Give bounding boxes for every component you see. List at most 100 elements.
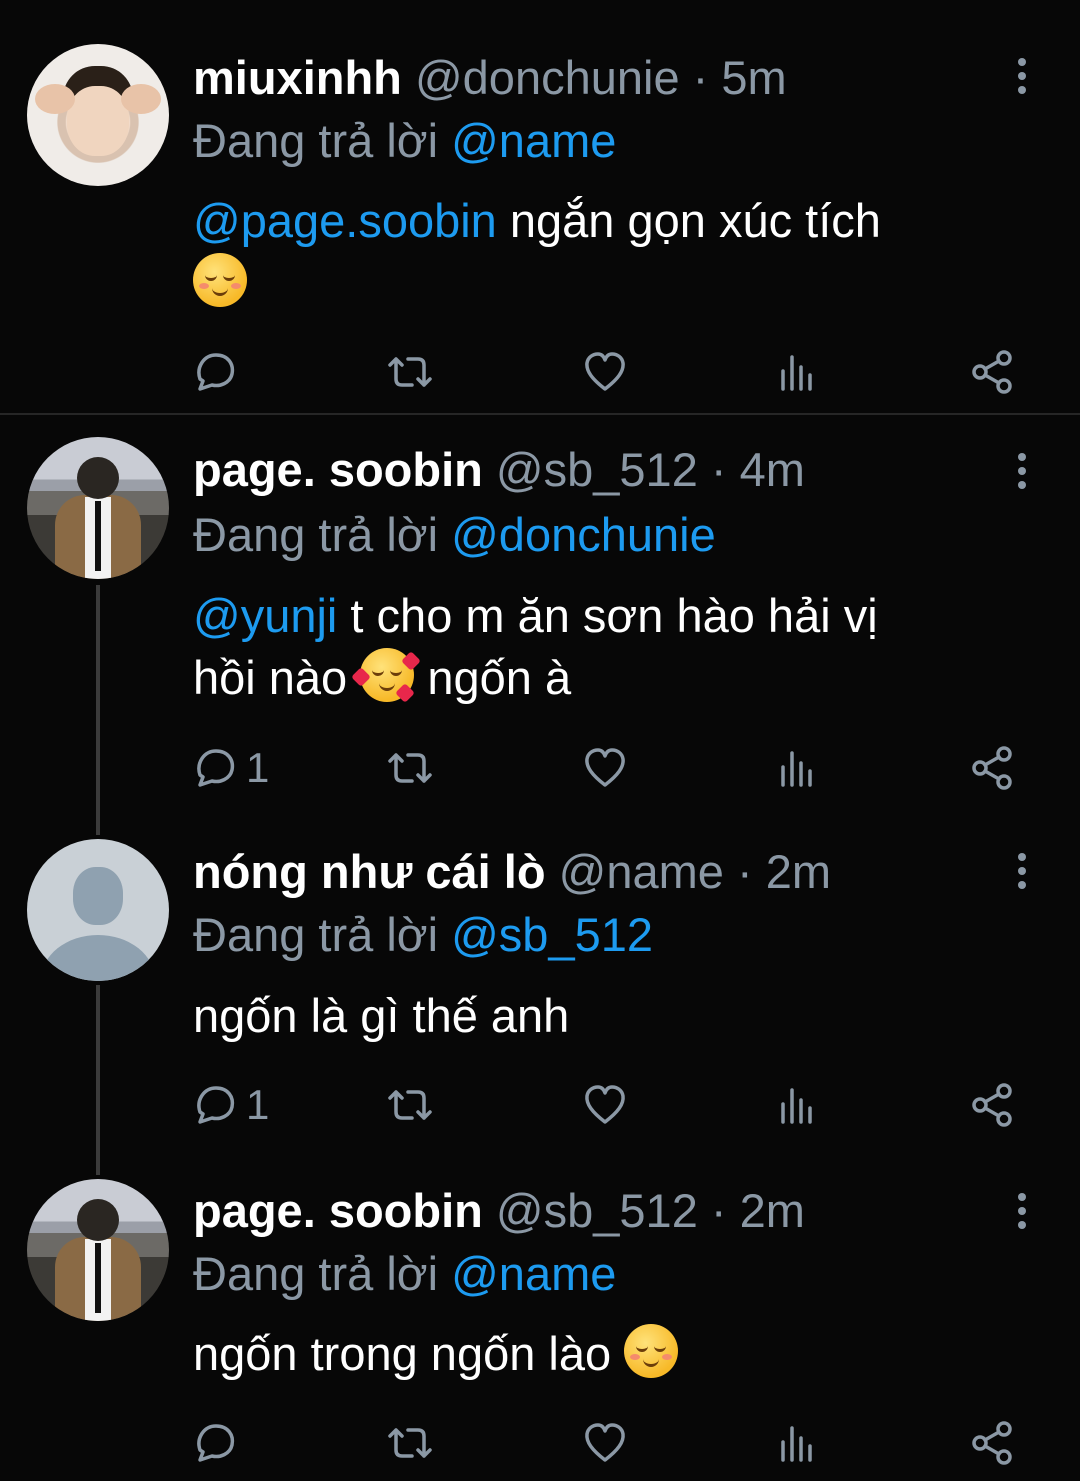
heart-icon	[585, 352, 625, 391]
avatar[interactable]	[27, 44, 169, 186]
avatar[interactable]	[27, 1179, 169, 1321]
user-handle[interactable]: @name	[559, 845, 724, 898]
retweet-button[interactable]	[386, 1418, 434, 1468]
replying-to: Đang trả lời @name	[193, 113, 616, 169]
share-button[interactable]	[970, 743, 1014, 793]
replying-to-label: Đang trả lời	[193, 508, 439, 561]
reply-count: 1	[246, 1081, 270, 1128]
tweet-text-content: ngốn trong ngốn lào	[193, 1327, 625, 1380]
more-options-icon[interactable]	[1012, 453, 1032, 493]
share-button[interactable]	[970, 1418, 1014, 1468]
share-icon	[972, 746, 1012, 790]
share-icon	[972, 1083, 1012, 1127]
timestamp[interactable]: 4m	[740, 443, 805, 496]
tweet-text: ngốn là gì thế anh	[193, 985, 993, 1047]
analytics-button[interactable]	[777, 347, 817, 397]
tweet-actions: 1	[0, 1080, 1080, 1130]
tweet-header: page. soobin @sb_512 · 4m	[193, 442, 805, 498]
reply-button[interactable]: 1	[192, 743, 269, 793]
analytics-button[interactable]	[777, 743, 817, 793]
separator: ·	[736, 845, 753, 898]
analytics-icon	[781, 1426, 812, 1462]
avatar[interactable]	[27, 437, 169, 579]
reply-button[interactable]	[192, 1418, 238, 1468]
avatar[interactable]	[27, 839, 169, 981]
more-options-icon[interactable]	[1012, 853, 1032, 893]
retweet-icon	[388, 1090, 432, 1120]
reply-icon	[197, 749, 235, 787]
replying-to: Đang trả lời @name	[193, 1246, 616, 1302]
replying-to-mention[interactable]: @name	[451, 114, 616, 167]
user-handle[interactable]: @donchunie	[415, 51, 680, 104]
display-name[interactable]: nóng như cái lò	[193, 845, 546, 898]
reply-icon	[197, 1424, 235, 1462]
analytics-button[interactable]	[777, 1418, 817, 1468]
display-name[interactable]: miuxinhh	[193, 51, 402, 104]
analytics-icon	[781, 751, 812, 787]
retweet-icon	[388, 753, 432, 783]
more-options-icon[interactable]	[1012, 58, 1032, 98]
tweet-text-content: ngắn gọn xúc tích	[496, 194, 881, 247]
tweet-actions	[0, 347, 1080, 397]
reply-icon	[197, 1086, 235, 1124]
user-handle[interactable]: @sb_512	[496, 1184, 698, 1237]
mention-link[interactable]: @yunji	[193, 589, 337, 642]
relieved-face-icon	[193, 253, 247, 307]
heart-icon	[585, 748, 625, 787]
like-button[interactable]	[582, 347, 628, 397]
timestamp[interactable]: 2m	[740, 1184, 805, 1237]
tweet-text: ngốn trong ngốn lào	[193, 1323, 993, 1385]
retweet-icon	[388, 357, 432, 387]
replying-to-mention[interactable]: @donchunie	[451, 508, 716, 561]
replying-to-label: Đang trả lời	[193, 114, 439, 167]
smiling-face-icon	[624, 1324, 679, 1378]
tweet-header: page. soobin @sb_512 · 2m	[193, 1183, 805, 1239]
tweet[interactable]: page. soobin @sb_512 · 4m Đang trả lời @…	[0, 415, 1080, 815]
retweet-button[interactable]	[386, 347, 434, 397]
like-button[interactable]	[582, 1080, 628, 1130]
like-button[interactable]	[582, 743, 628, 793]
replying-to-label: Đang trả lời	[193, 908, 439, 961]
reply-button[interactable]: 1	[192, 1080, 269, 1130]
timestamp[interactable]: 2m	[766, 845, 831, 898]
tweet-text-content: ngốn là gì thế anh	[193, 989, 570, 1042]
share-icon	[972, 350, 1012, 394]
replying-to-mention[interactable]: @name	[451, 1247, 616, 1300]
tweet[interactable]: page. soobin @sb_512 · 2m Đang trả lời @…	[0, 1155, 1080, 1481]
reply-count: 1	[246, 744, 270, 791]
tweet-text-content: ngốn à	[414, 651, 572, 704]
tweet-text: @page.soobin ngắn gọn xúc tích	[193, 190, 993, 314]
replying-to: Đang trả lời @sb_512	[193, 907, 653, 963]
reply-button[interactable]	[192, 347, 238, 397]
heart-icon	[585, 1085, 625, 1124]
separator: ·	[710, 1184, 727, 1237]
reply-icon	[197, 353, 235, 391]
tweet[interactable]: miuxinhh @donchunie · 5m Đang trả lời @n…	[0, 0, 1080, 413]
smiling-face-with-hearts-icon	[351, 648, 422, 703]
heart-icon	[585, 1423, 625, 1462]
user-handle[interactable]: @sb_512	[496, 443, 698, 496]
share-button[interactable]	[970, 347, 1014, 397]
tweet-text-content: hồi nào	[193, 651, 348, 704]
like-button[interactable]	[582, 1418, 628, 1468]
timestamp[interactable]: 5m	[721, 51, 786, 104]
tweet-actions: 1	[0, 743, 1080, 793]
display-name[interactable]: page. soobin	[193, 1184, 483, 1237]
separator: ·	[692, 51, 709, 104]
tweet-header: miuxinhh @donchunie · 5m	[193, 50, 787, 106]
replying-to: Đang trả lời @donchunie	[193, 507, 716, 563]
share-button[interactable]	[970, 1080, 1014, 1130]
tweet-actions	[0, 1418, 1080, 1468]
tweet-header: nóng như cái lò @name · 2m	[193, 844, 831, 900]
separator: ·	[710, 443, 727, 496]
tweet[interactable]: nóng như cái lò @name · 2m Đang trả lời …	[0, 815, 1080, 1155]
analytics-button[interactable]	[777, 1080, 817, 1130]
retweet-button[interactable]	[386, 1080, 434, 1130]
analytics-icon	[781, 355, 812, 391]
replying-to-mention[interactable]: @sb_512	[451, 908, 653, 961]
retweet-button[interactable]	[386, 743, 434, 793]
replying-to-label: Đang trả lời	[193, 1247, 439, 1300]
display-name[interactable]: page. soobin	[193, 443, 483, 496]
mention-link[interactable]: @page.soobin	[193, 194, 497, 247]
more-options-icon[interactable]	[1012, 1193, 1032, 1233]
